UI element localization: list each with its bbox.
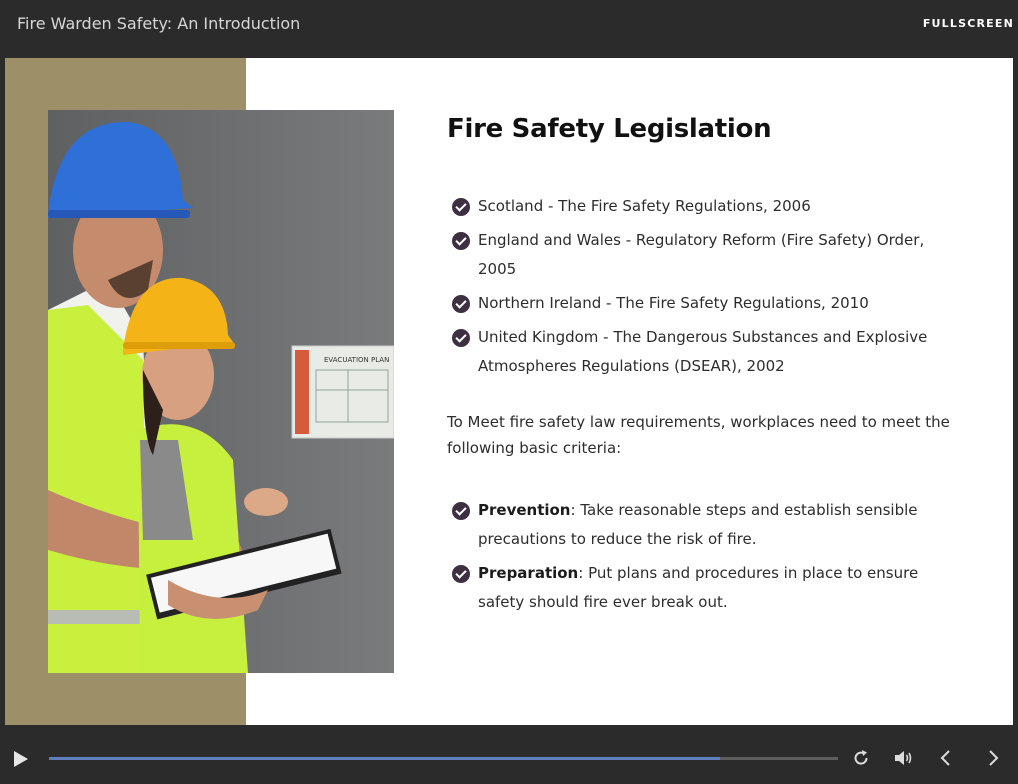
list-item: England and Wales - Regulatory Reform (F… [447,226,967,284]
check-circle-icon [452,565,470,583]
fullscreen-button[interactable]: FULLSCREEN [923,17,1014,30]
volume-icon[interactable] [893,748,913,768]
top-bar: Fire Warden Safety: An Introduction FULL… [0,0,1018,48]
chevron-left-icon[interactable] [938,749,954,767]
criteria-term: Preparation [478,564,579,582]
list-item-text: United Kingdom - The Dangerous Substance… [478,328,928,375]
list-item-text: Northern Ireland - The Fire Safety Regul… [478,294,869,312]
check-circle-icon [452,198,470,216]
criteria-term: Prevention [478,501,571,519]
list-item: Prevention: Take reasonable steps and es… [447,496,967,554]
slide: EVACUATION PLAN Fire Safety Legislation … [5,58,1013,725]
list-item: United Kingdom - The Dangerous Substance… [447,323,967,381]
list-item-text: England and Wales - Regulatory Reform (F… [478,231,925,278]
check-circle-icon [452,502,470,520]
check-circle-icon [452,232,470,250]
player-controls [0,735,1018,784]
list-item: Scotland - The Fire Safety Regulations, … [447,192,967,221]
slide-content: Fire Safety Legislation Scotland - The F… [447,114,967,622]
slide-heading: Fire Safety Legislation [447,114,772,144]
check-circle-icon [452,295,470,313]
chevron-right-icon[interactable] [985,749,1001,767]
legislation-list: Scotland - The Fire Safety Regulations, … [447,192,967,381]
evacuation-sign-text: EVACUATION PLAN [324,356,389,364]
criteria-list: Prevention: Take reasonable steps and es… [447,496,967,617]
list-item: Northern Ireland - The Fire Safety Regul… [447,289,967,318]
play-icon[interactable] [14,751,28,767]
replay-icon[interactable] [852,749,870,767]
progress-fill [49,757,720,760]
list-item-text: Scotland - The Fire Safety Regulations, … [478,197,811,215]
criteria-intro: To Meet fire safety law requirements, wo… [447,413,950,457]
workers-photo: EVACUATION PLAN [48,110,394,673]
list-item: Preparation: Put plans and procedures in… [447,559,967,617]
course-title: Fire Warden Safety: An Introduction [17,14,301,33]
progress-bar[interactable] [49,757,838,760]
evacuation-sign: EVACUATION PLAN [291,345,394,439]
check-circle-icon [452,329,470,347]
